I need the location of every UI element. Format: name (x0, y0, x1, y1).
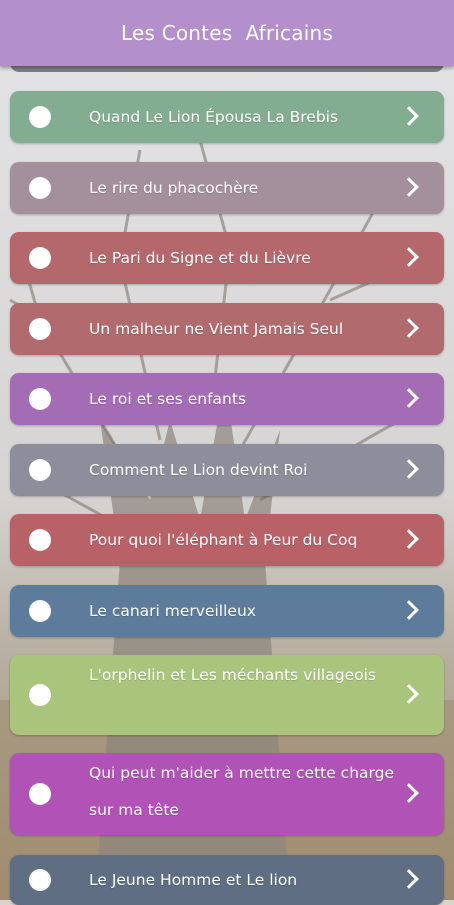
radio-circle-icon[interactable] (29, 388, 51, 410)
story-title: Quand Le Lion Épousa La Brebis (89, 107, 339, 126)
radio-circle-icon[interactable] (29, 529, 51, 551)
app-header: Les Contes Africains (0, 0, 454, 66)
story-item[interactable]: Quand Le Lion Épousa La Brebis (10, 91, 444, 143)
story-item[interactable]: Le rire du phacochère (10, 162, 444, 214)
chevron-right-icon (399, 600, 419, 620)
radio-circle-icon[interactable] (29, 106, 51, 128)
radio-circle-icon[interactable] (29, 869, 51, 891)
story-title: Un malheur ne Vient Jamais Seul (89, 319, 344, 338)
chevron-right-icon (399, 459, 419, 479)
story-item[interactable]: Le Jeune Homme et Le lion (10, 855, 444, 905)
story-title: Comment Le Lion devint Roi (89, 460, 308, 479)
story-item[interactable]: Le Pari du Signe et du Lièvre (10, 232, 444, 284)
radio-circle-icon[interactable] (29, 783, 51, 805)
story-title: Le Pari du Signe et du Lièvre (89, 248, 311, 267)
chevron-right-icon (399, 106, 419, 126)
story-item[interactable]: Le canari merveilleux (10, 585, 444, 637)
radio-circle-icon[interactable] (29, 600, 51, 622)
radio-circle-icon[interactable] (29, 177, 51, 199)
chevron-right-icon (399, 783, 419, 803)
story-item[interactable]: L'orphelin et Les méchants villageois (10, 655, 444, 735)
chevron-right-icon (399, 684, 419, 704)
story-item[interactable]: Un malheur ne Vient Jamais Seul (10, 303, 444, 355)
story-item[interactable]: Pour quoi l'éléphant à Peur du Coq (10, 514, 444, 566)
radio-circle-icon[interactable] (29, 684, 51, 706)
story-title: L'orphelin et Les méchants villageois (89, 666, 376, 684)
chevron-right-icon (399, 869, 419, 889)
story-item[interactable]: Qui peut m'aider à mettre cette charge s… (10, 753, 444, 835)
story-item[interactable]: Comment Le Lion devint Roi (10, 444, 444, 496)
chevron-right-icon (399, 247, 419, 267)
story-title: Qui peut m'aider à mettre cette charge s… (89, 764, 395, 819)
story-title: Le Jeune Homme et Le lion (89, 870, 298, 889)
story-title: Pour quoi l'éléphant à Peur du Coq (89, 530, 358, 549)
story-list: Quand Le Lion Épousa La Brebis Le rire du… (0, 0, 454, 905)
chevron-right-icon (399, 388, 419, 408)
app-title: Les Contes Africains (121, 21, 333, 45)
chevron-right-icon (399, 318, 419, 338)
chevron-right-icon (399, 529, 419, 549)
radio-circle-icon[interactable] (29, 247, 51, 269)
radio-circle-icon[interactable] (29, 318, 51, 340)
story-item[interactable]: Le roi et ses enfants (10, 373, 444, 425)
radio-circle-icon[interactable] (29, 459, 51, 481)
chevron-right-icon (399, 177, 419, 197)
story-title: Le rire du phacochère (89, 178, 259, 197)
story-title: Le roi et ses enfants (89, 389, 247, 408)
story-title: Le canari merveilleux (89, 601, 256, 620)
